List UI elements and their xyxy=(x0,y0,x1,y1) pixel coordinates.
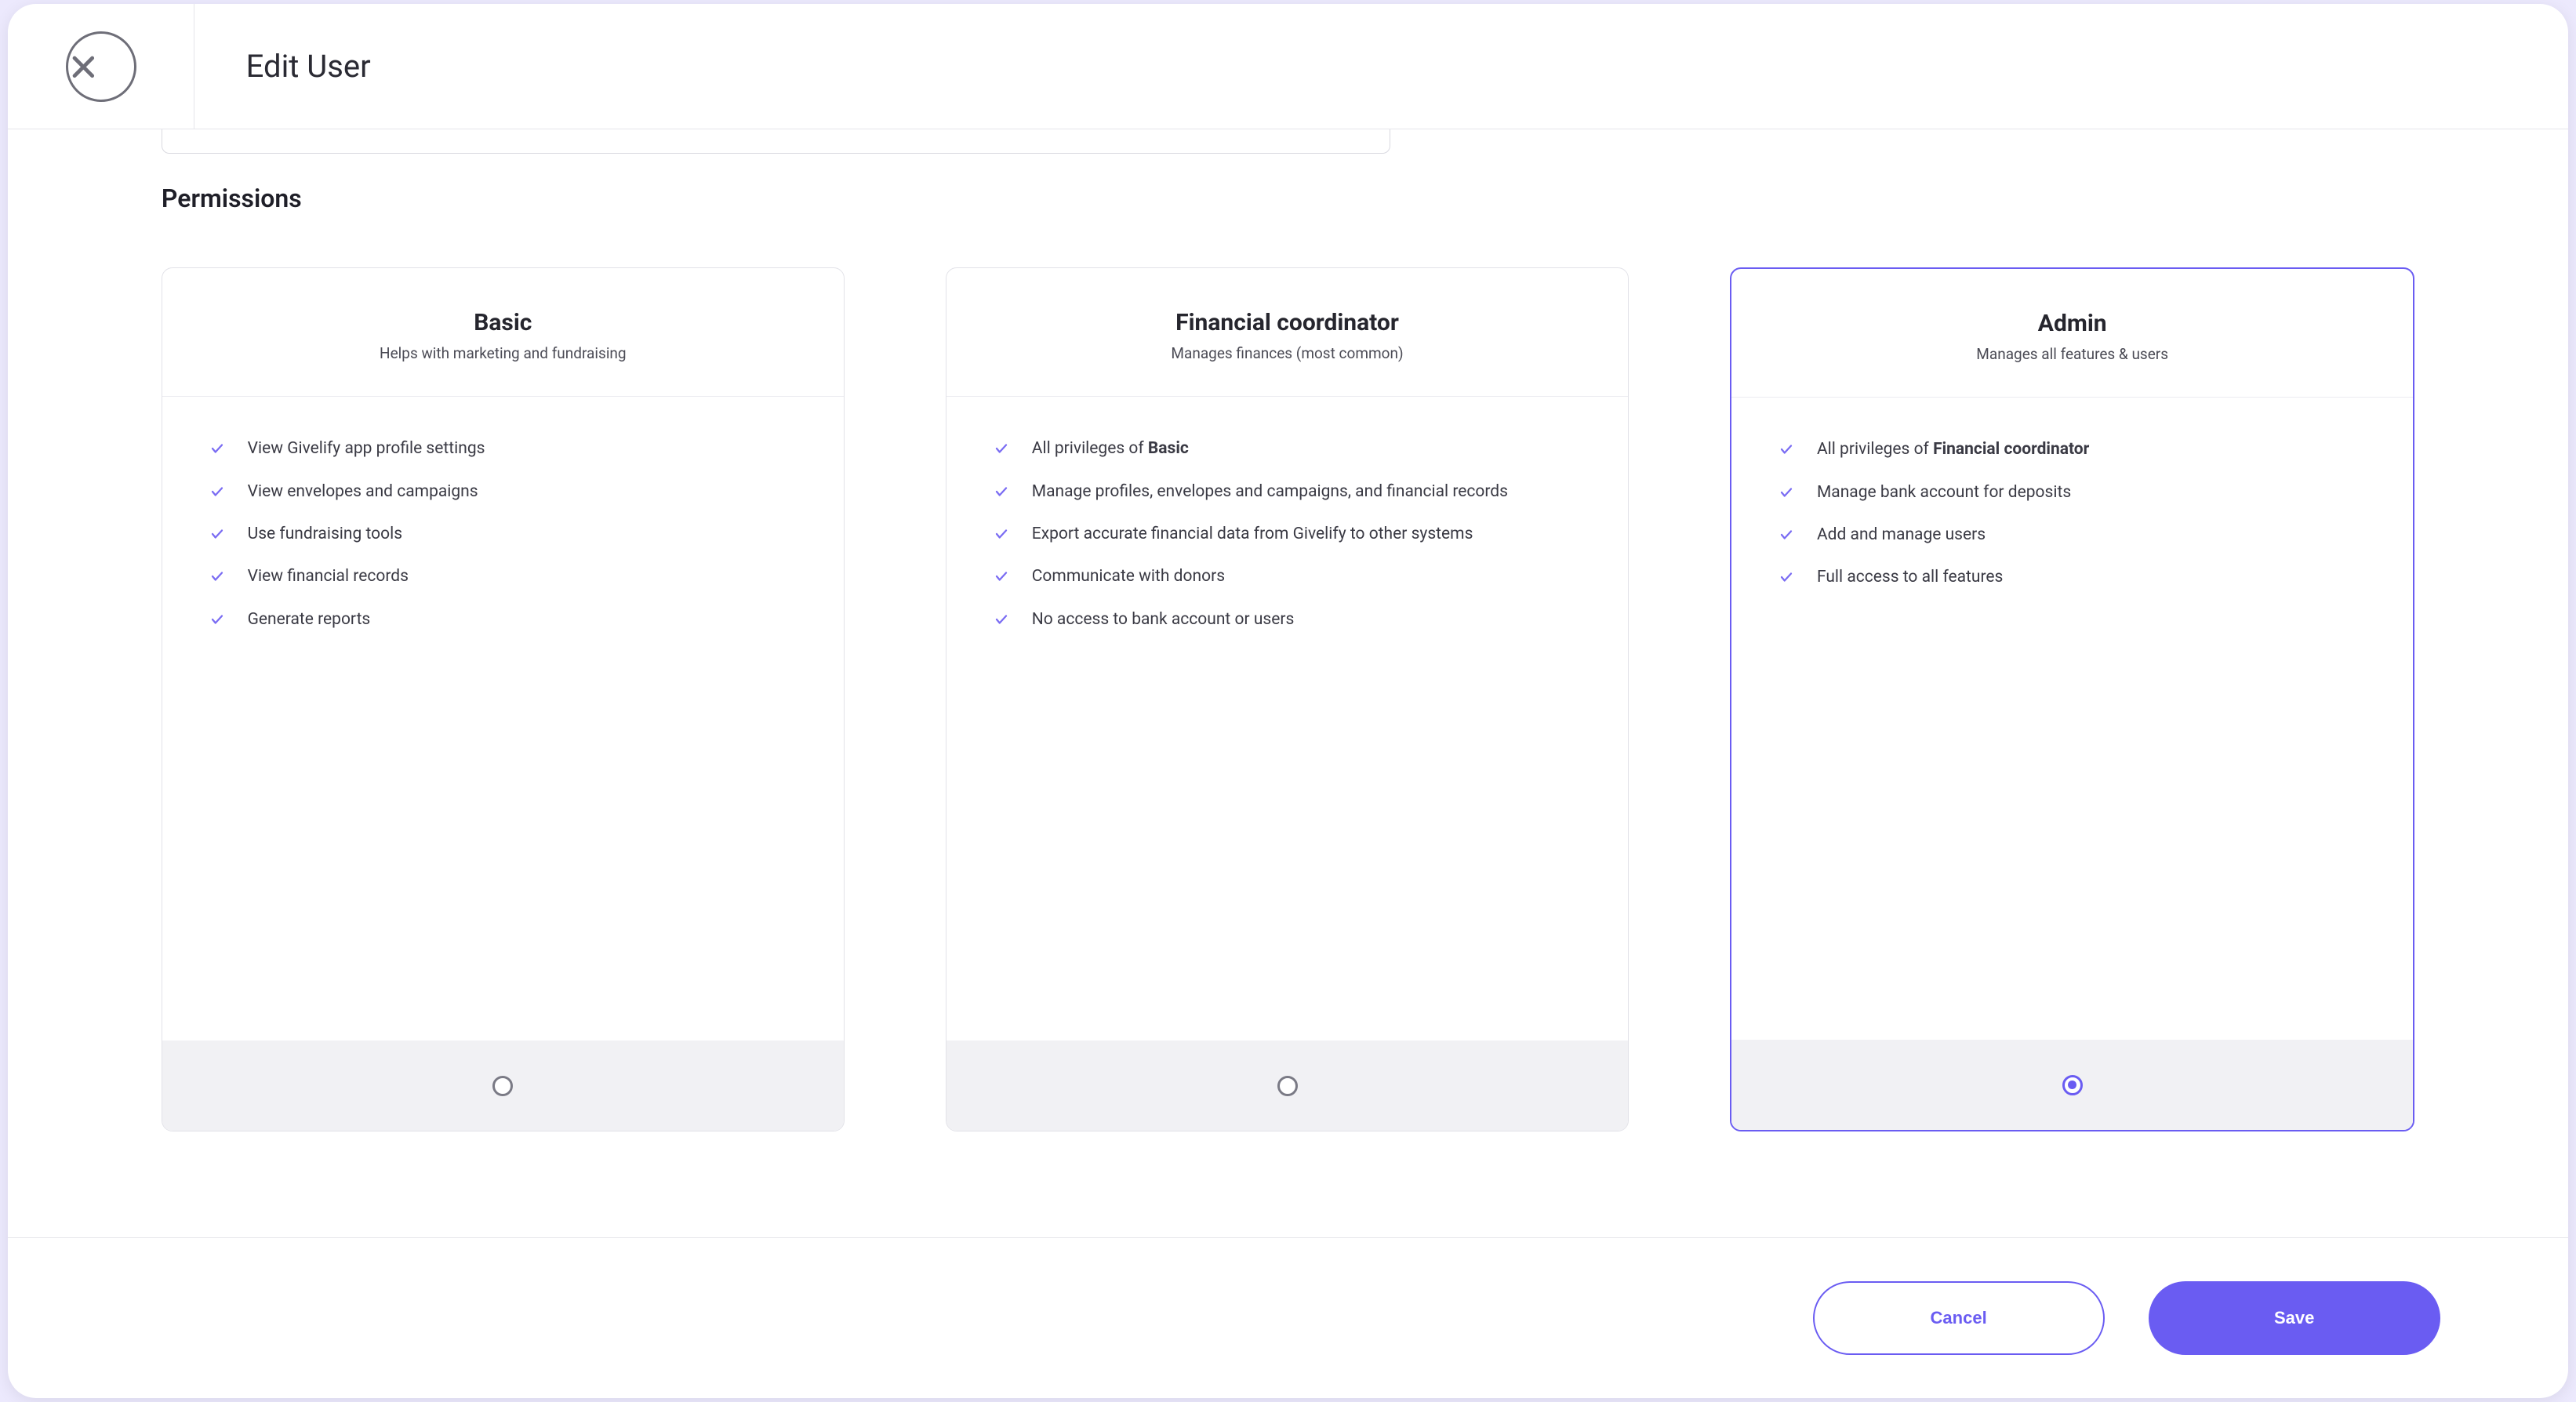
permission-cards: Basic Helps with marketing and fundraisin… xyxy=(162,267,2414,1131)
permissions-section-title: Permissions xyxy=(162,183,2414,213)
check-icon xyxy=(994,441,1008,456)
feature-text: View envelopes and campaigns xyxy=(248,481,478,503)
feature-item: Manage bank account for deposits xyxy=(1779,481,2365,503)
feature-text: Manage profiles, envelopes and campaigns… xyxy=(1032,481,1508,503)
card-footer xyxy=(1731,1040,2413,1130)
card-title: Financial coordinator xyxy=(987,309,1587,336)
card-head: Basic Helps with marketing and fundraisin… xyxy=(162,268,844,397)
check-icon xyxy=(210,612,224,627)
feature-item: Use fundraising tools xyxy=(210,523,796,545)
feature-text: All privileges of Financial coordinator xyxy=(1817,438,2089,460)
feature-item: View envelopes and campaigns xyxy=(210,481,796,503)
card-title: Admin xyxy=(1772,310,2372,337)
feature-item: No access to bank account or users xyxy=(994,608,1580,630)
permission-card-basic[interactable]: Basic Helps with marketing and fundraisin… xyxy=(162,267,845,1131)
feature-text: View Givelify app profile settings xyxy=(248,438,485,459)
check-icon xyxy=(210,485,224,499)
modal-footer: Cancel Save xyxy=(8,1237,2568,1397)
feature-text: Generate reports xyxy=(248,608,371,630)
feature-item: Export accurate financial data from Give… xyxy=(994,523,1580,545)
check-icon xyxy=(994,569,1008,583)
permission-card-admin[interactable]: Admin Manages all features & users All pri… xyxy=(1730,267,2414,1131)
feature-item: Manage profiles, envelopes and campaigns… xyxy=(994,481,1580,503)
permission-card-financial-coordinator[interactable]: Financial coordinator Manages finances (m… xyxy=(946,267,1629,1131)
permission-radio[interactable] xyxy=(2062,1075,2083,1095)
feature-item: Add and manage users xyxy=(1779,524,2365,546)
modal-title: Edit User xyxy=(194,48,370,85)
card-title: Basic xyxy=(203,309,803,336)
feature-item: Generate reports xyxy=(210,608,796,630)
close-icon xyxy=(68,52,134,82)
feature-item: Full access to all features xyxy=(1779,566,2365,588)
previous-input-field[interactable] xyxy=(162,129,1390,154)
close-cell xyxy=(8,4,194,129)
check-icon xyxy=(1779,442,1793,456)
feature-list: View Givelify app profile settings View e… xyxy=(162,397,844,1041)
modal-header: Edit User xyxy=(8,4,2568,129)
check-icon xyxy=(210,569,224,583)
feature-text: View financial records xyxy=(248,565,409,587)
card-subtitle: Manages finances (most common) xyxy=(987,344,1587,362)
feature-text: Communicate with donors xyxy=(1032,565,1225,587)
feature-item: Communicate with donors xyxy=(994,565,1580,587)
feature-text: Use fundraising tools xyxy=(248,523,402,545)
cancel-button[interactable]: Cancel xyxy=(1813,1281,2105,1355)
feature-text: Full access to all features xyxy=(1817,566,2003,588)
permission-radio[interactable] xyxy=(1277,1076,1298,1096)
card-subtitle: Helps with marketing and fundraising xyxy=(203,344,803,362)
check-icon xyxy=(994,485,1008,499)
check-icon xyxy=(210,527,224,541)
feature-item: All privileges of Basic xyxy=(994,438,1580,459)
feature-item: View Givelify app profile settings xyxy=(210,438,796,459)
save-button[interactable]: Save xyxy=(2149,1281,2440,1355)
modal-body: Permissions Basic Helps with marketing an… xyxy=(8,129,2568,1237)
feature-text: Add and manage users xyxy=(1817,524,1986,546)
card-subtitle: Manages all features & users xyxy=(1772,345,2372,363)
feature-text: Export accurate financial data from Give… xyxy=(1032,523,1473,545)
check-icon xyxy=(1779,528,1793,542)
check-icon xyxy=(210,441,224,456)
feature-item: View financial records xyxy=(210,565,796,587)
feature-text: All privileges of Basic xyxy=(1032,438,1189,459)
card-head: Financial coordinator Manages finances (m… xyxy=(946,268,1628,397)
permission-radio[interactable] xyxy=(492,1076,513,1096)
card-head: Admin Manages all features & users xyxy=(1731,269,2413,398)
feature-list: All privileges of Financial coordinator M… xyxy=(1731,398,2413,1040)
feature-text: No access to bank account or users xyxy=(1032,608,1295,630)
close-button[interactable] xyxy=(66,31,136,102)
card-footer xyxy=(946,1041,1628,1131)
feature-list: All privileges of Basic Manage profiles, … xyxy=(946,397,1628,1041)
check-icon xyxy=(994,612,1008,627)
check-icon xyxy=(1779,485,1793,499)
card-footer xyxy=(162,1041,844,1131)
check-icon xyxy=(994,527,1008,541)
edit-user-modal: Edit User Permissions Basic Helps with ma… xyxy=(8,4,2568,1397)
check-icon xyxy=(1779,570,1793,584)
feature-item: All privileges of Financial coordinator xyxy=(1779,438,2365,460)
feature-text: Manage bank account for deposits xyxy=(1817,481,2071,503)
